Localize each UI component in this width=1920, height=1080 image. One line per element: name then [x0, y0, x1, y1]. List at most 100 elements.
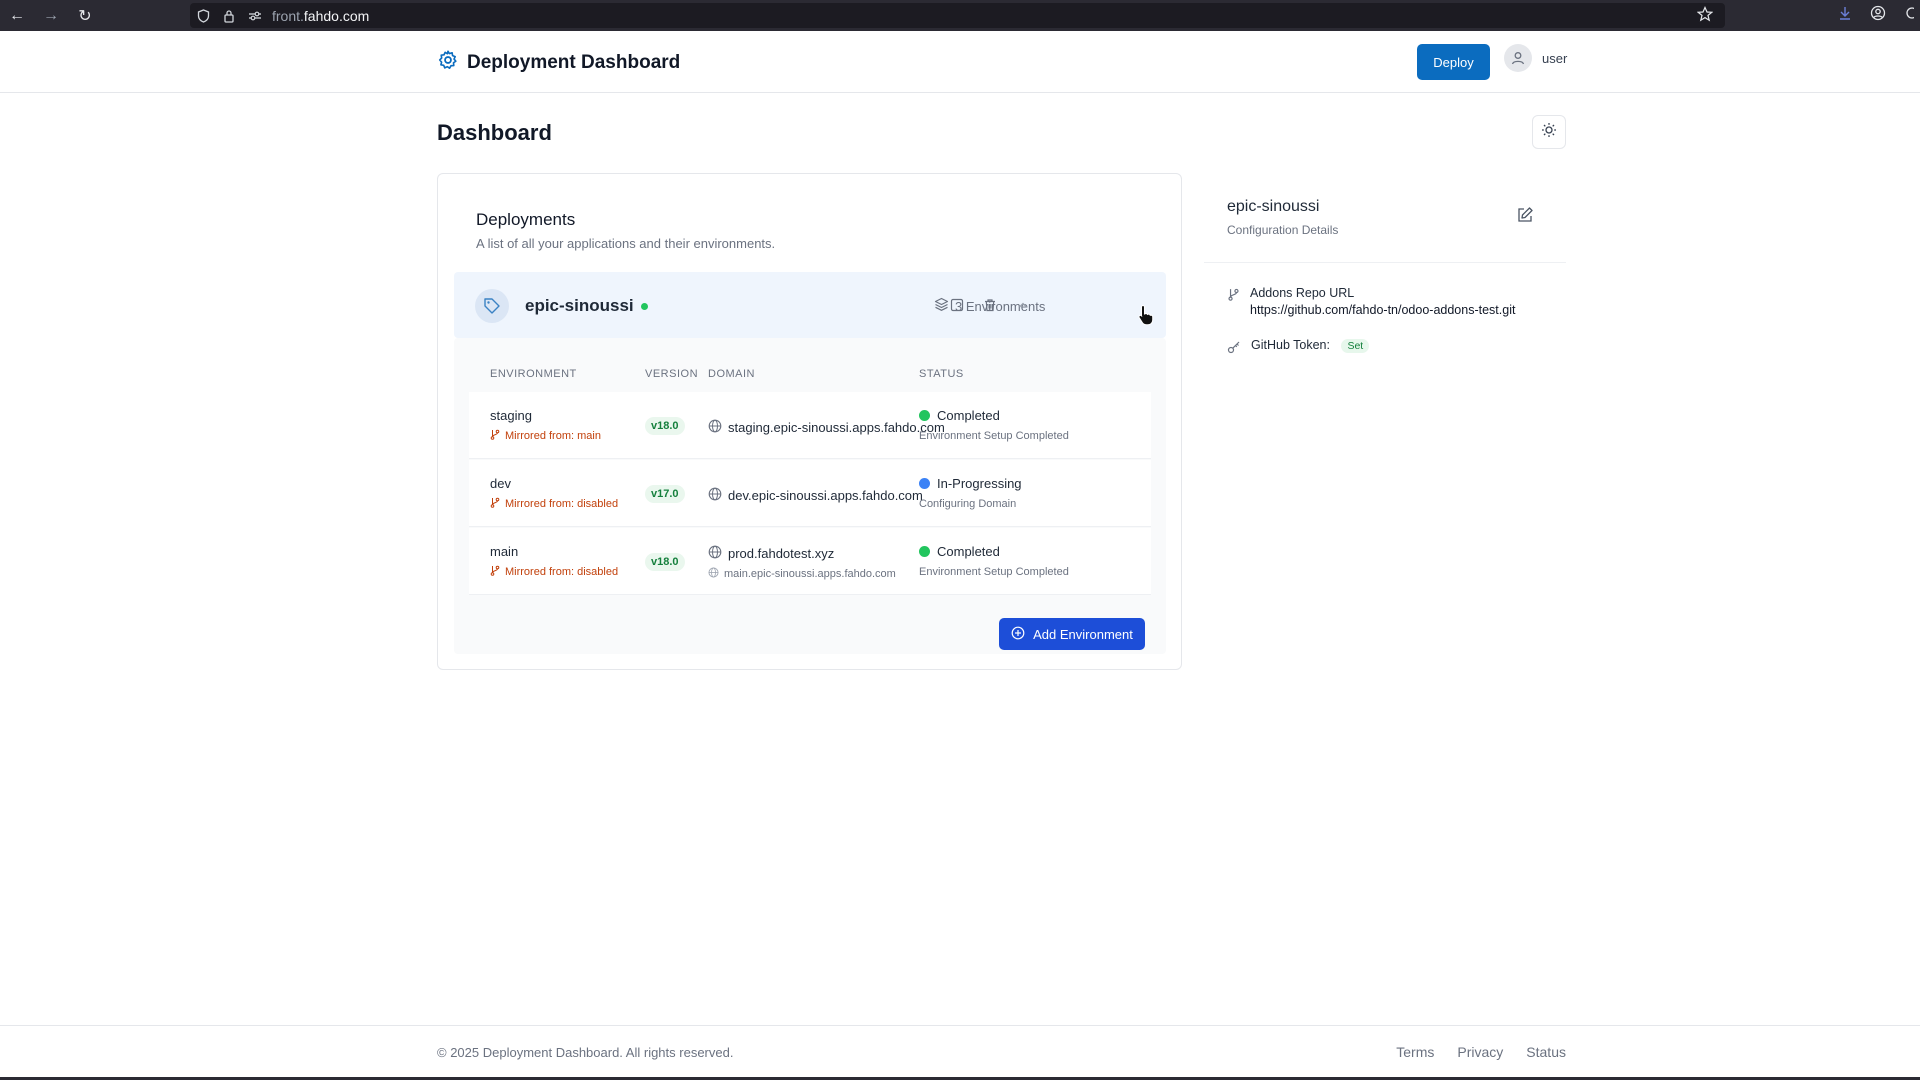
trash-icon[interactable] [981, 296, 999, 314]
add-environment-label: Add Environment [1033, 626, 1133, 642]
back-icon[interactable]: ← [0, 7, 34, 25]
domain-label: prod.fahdotest.xyz [728, 546, 835, 561]
mirror-info: Mirrored from: disabled [490, 497, 618, 511]
brand[interactable]: Deployment Dashboard [437, 49, 680, 76]
version-badge: v17.0 [645, 485, 685, 503]
column-header: DOMAIN [708, 368, 755, 380]
domain-label: dev.epic-sinoussi.apps.fahdo.com [728, 488, 923, 503]
status: In-Progressing [919, 476, 1022, 491]
application-row[interactable]: epic-sinoussi 3 Environments [454, 272, 1166, 338]
shield-icon [190, 8, 216, 23]
application-name[interactable]: epic-sinoussi [525, 296, 634, 316]
copyright: © 2025 Deployment Dashboard. All rights … [437, 1045, 734, 1060]
layers-icon [934, 297, 949, 315]
environments-table: ENVIRONMENT VERSION DOMAIN STATUS stagin… [454, 338, 1166, 654]
url-domain: fahdo.com [303, 7, 370, 24]
domain[interactable]: prod.fahdotest.xyz [708, 545, 834, 562]
extensions-icon[interactable] [1904, 5, 1918, 26]
domain[interactable]: dev.epic-sinoussi.apps.fahdo.com [708, 487, 923, 504]
status-detail: Environment Setup Completed [919, 566, 1069, 578]
plus-circle-icon [1011, 626, 1025, 643]
bookmark-star-icon[interactable] [1696, 6, 1714, 27]
app-status-dot [641, 303, 648, 310]
token-status-badge: Set [1341, 339, 1370, 353]
subdomain[interactable]: main.epic-sinoussi.apps.fahdo.com [708, 567, 896, 581]
domain[interactable]: staging.epic-sinoussi.apps.fahdo.com [708, 419, 945, 436]
status-dot [919, 478, 930, 489]
status-link[interactable]: Status [1526, 1044, 1566, 1060]
mirror-label: Mirrored from: disabled [505, 566, 619, 578]
status-dot [919, 546, 930, 557]
mirror-label: Mirrored from: main [505, 430, 601, 442]
key-icon [1227, 340, 1241, 359]
select-checkbox-icon[interactable] [948, 296, 966, 314]
site-permissions-icon[interactable] [242, 10, 268, 22]
lock-icon [216, 9, 242, 23]
status-detail: Configuring Domain [919, 498, 1017, 510]
edit-icon[interactable] [1516, 206, 1536, 226]
footer-links: Terms Privacy Status [1396, 1044, 1566, 1060]
forward-icon[interactable]: → [34, 7, 68, 25]
environment-name: main [490, 544, 519, 559]
browser-toolbar: ← → ↻ front.fahdo.com [0, 0, 1920, 31]
url-text: front.fahdo.com [272, 8, 369, 24]
branch-icon [490, 565, 500, 579]
addons-repo-url[interactable]: https://github.com/fahdo-tn/odoo-addons-… [1250, 303, 1515, 317]
reload-icon[interactable]: ↻ [68, 6, 102, 26]
column-header: ENVIRONMENT [490, 368, 577, 380]
branch-icon [1227, 288, 1240, 317]
status-detail: Environment Setup Completed [919, 430, 1069, 442]
terms-link[interactable]: Terms [1396, 1044, 1434, 1060]
addons-repo-label: Addons Repo URL [1250, 286, 1355, 300]
environment-name: staging [490, 408, 532, 423]
address-bar[interactable]: front.fahdo.com [190, 3, 1725, 28]
tag-icon [475, 289, 509, 323]
url-prefix: front. [272, 7, 304, 24]
status: Completed [919, 544, 1000, 559]
user-avatar-icon [1504, 44, 1532, 72]
theme-toggle-button[interactable] [1532, 115, 1566, 149]
version-badge: v18.0 [645, 417, 685, 435]
environment-name: dev [490, 476, 511, 491]
divider [1204, 262, 1566, 263]
sun-icon [1541, 122, 1557, 143]
branch-icon [490, 497, 500, 511]
globe-icon [708, 419, 722, 436]
status-label: In-Progressing [937, 476, 1022, 491]
app-header: Deployment Dashboard Deploy user [0, 31, 1920, 93]
deployments-card: Deployments A list of all your applicati… [437, 173, 1182, 670]
mouse-cursor-icon [1137, 304, 1155, 331]
environment-row[interactable]: main Mirrored from: disabled v18.0 prod.… [469, 528, 1151, 595]
status: Completed [919, 408, 1000, 423]
status-dot [919, 410, 930, 421]
github-token-row: GitHub Token: Set [1227, 338, 1370, 359]
config-subtitle: Configuration Details [1227, 223, 1339, 237]
github-token-label: GitHub Token: [1251, 338, 1330, 352]
gear-icon [437, 49, 459, 76]
status-label: Completed [937, 544, 1000, 559]
globe-icon [708, 487, 722, 504]
environment-row[interactable]: dev Mirrored from: disabled v17.0 dev.ep… [469, 460, 1151, 527]
column-header: VERSION [645, 368, 699, 380]
privacy-link[interactable]: Privacy [1457, 1044, 1503, 1060]
download-icon[interactable] [1838, 6, 1852, 25]
status-label: Completed [937, 408, 1000, 423]
subdomain-label: main.epic-sinoussi.apps.fahdo.com [724, 568, 896, 580]
environment-row[interactable]: staging Mirrored from: main v18.0 stagin… [469, 392, 1151, 459]
account-icon[interactable] [1870, 5, 1886, 26]
user-menu[interactable]: user [1504, 44, 1567, 72]
globe-icon [708, 567, 719, 581]
globe-icon [708, 545, 722, 562]
config-title: epic-sinoussi [1227, 198, 1320, 215]
mirror-info: Mirrored from: disabled [490, 565, 618, 579]
chevron-up-icon[interactable] [1014, 296, 1032, 314]
deployments-subtitle: A list of all your applications and thei… [476, 236, 776, 251]
add-environment-button[interactable]: Add Environment [999, 618, 1145, 650]
version-badge: v18.0 [645, 553, 685, 571]
column-header: STATUS [919, 368, 964, 380]
branch-icon [490, 429, 500, 443]
domain-label: staging.epic-sinoussi.apps.fahdo.com [728, 420, 945, 435]
deploy-button[interactable]: Deploy [1417, 44, 1490, 80]
addons-repo-row: Addons Repo URL https://github.com/fahdo… [1227, 286, 1515, 317]
configuration-panel: epic-sinoussi Configuration Details Addo… [1204, 173, 1566, 670]
